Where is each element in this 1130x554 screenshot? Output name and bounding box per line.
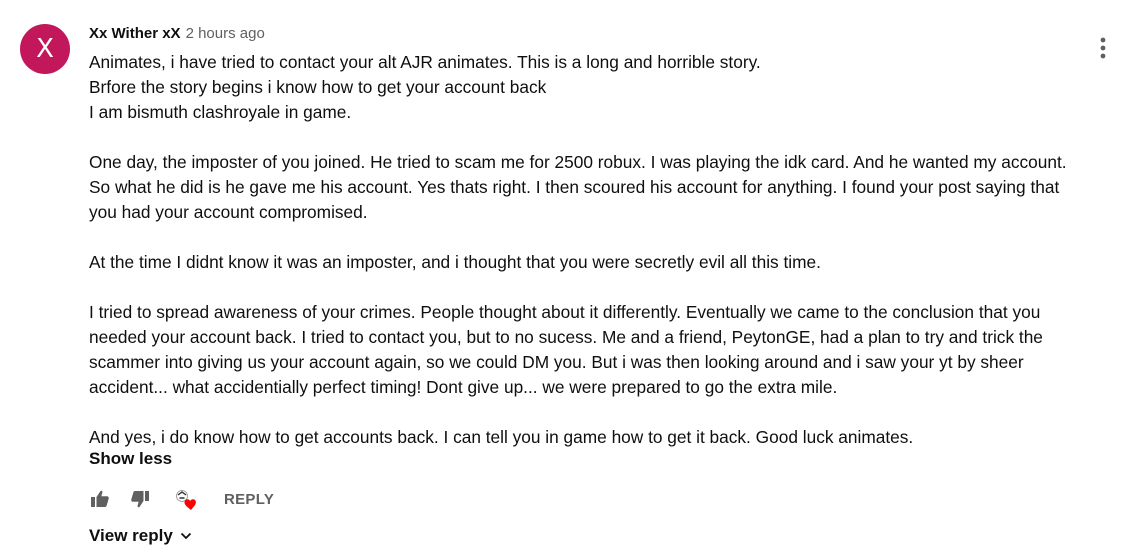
- comment-paragraph: One day, the imposter of you joined. He …: [89, 152, 1067, 222]
- dislike-button[interactable]: [129, 486, 151, 512]
- comment-line: I am bismuth clashroyale in game.: [89, 102, 352, 122]
- thumb-down-icon: [131, 491, 149, 508]
- comment-paragraph: At the time I didnt know it was an impos…: [89, 252, 821, 272]
- view-reply-label: View reply: [89, 526, 173, 545]
- thumb-up-icon: [91, 490, 109, 507]
- avatar[interactable]: X: [20, 24, 70, 74]
- comment-line: Animates, i have tried to contact your a…: [89, 52, 761, 72]
- more-vert-icon[interactable]: [1090, 36, 1116, 62]
- comment-paragraph: And yes, i do know how to get accounts b…: [89, 427, 914, 447]
- show-less-button[interactable]: Show less: [89, 449, 172, 469]
- comment-header: Xx Wither xX 2 hours ago: [89, 25, 265, 45]
- like-button[interactable]: [89, 486, 111, 512]
- chevron-down-icon: [179, 529, 193, 543]
- comment-line: Brfore the story begins i know how to ge…: [89, 77, 547, 97]
- creator-heart-badge[interactable]: [173, 486, 199, 512]
- avatar-letter: X: [36, 34, 54, 64]
- reply-button[interactable]: REPLY: [224, 486, 274, 512]
- comment-paragraph: I tried to spread awareness of your crim…: [89, 302, 1043, 397]
- creator-heart-icon: [176, 490, 196, 510]
- author-name[interactable]: Xx Wither xX: [89, 25, 181, 42]
- comment-thread: X Xx Wither xX 2 hours ago Animates, i h…: [0, 0, 1130, 554]
- view-reply-button[interactable]: View reply: [89, 524, 193, 548]
- comment-timestamp[interactable]: 2 hours ago: [186, 25, 265, 42]
- comment-body: Animates, i have tried to contact your a…: [89, 50, 1074, 450]
